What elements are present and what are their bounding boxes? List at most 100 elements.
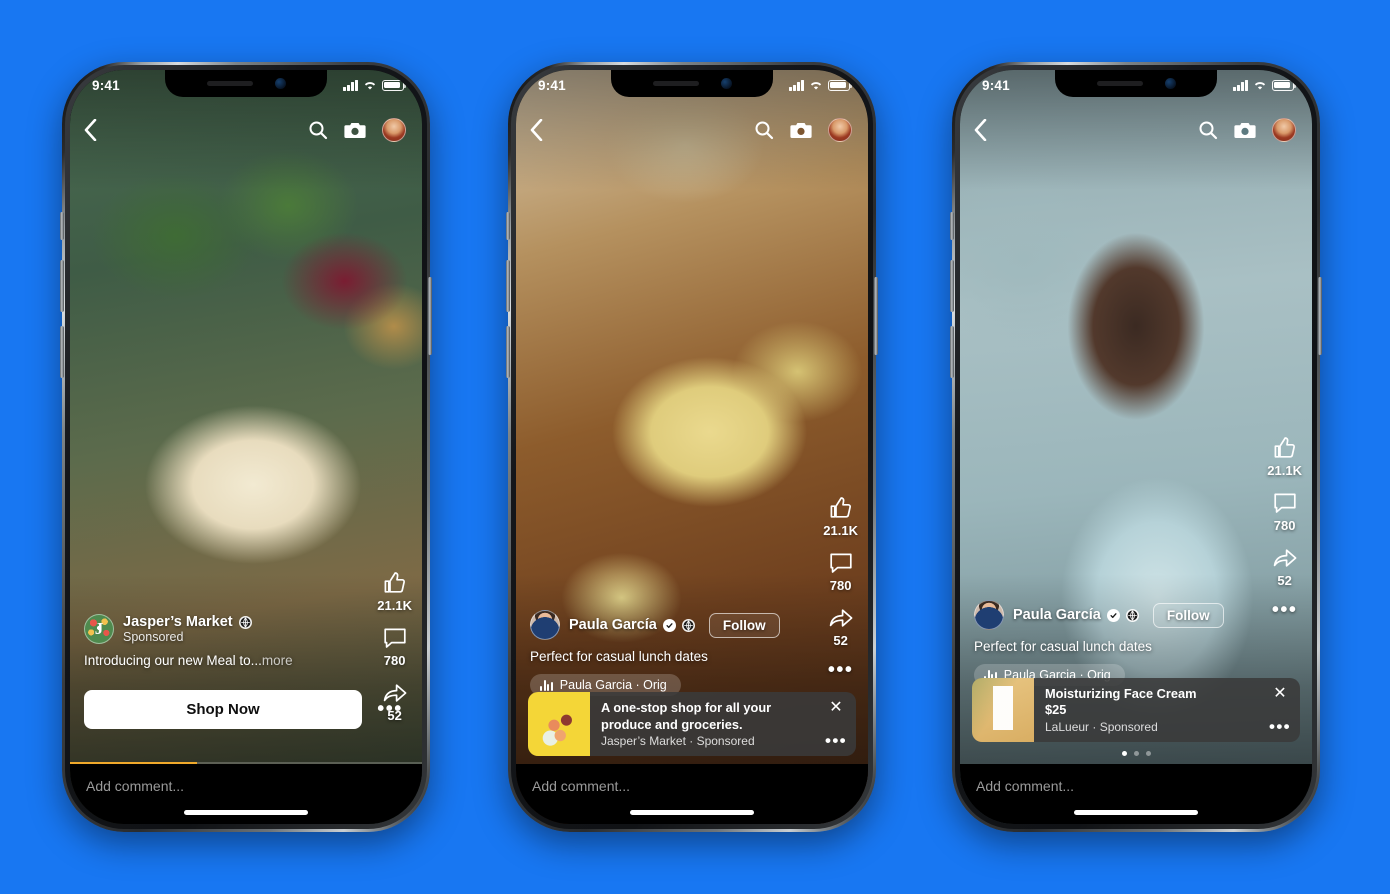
sponsored-card-actions: ✕ ••• (1260, 678, 1300, 742)
volume-up-button[interactable] (60, 260, 64, 312)
comment-button[interactable]: 780 (382, 625, 408, 668)
more-options-icon[interactable]: ••• (825, 732, 847, 749)
more-options-icon[interactable]: ••• (1272, 600, 1298, 620)
phone-screen-3: 9:41 21.1K 780 52 ••• Paula García Follo… (960, 70, 1312, 824)
phone-frame-inner: 9:41 (70, 70, 422, 824)
volume-down-button[interactable] (60, 326, 64, 378)
mute-switch-button[interactable] (506, 212, 510, 240)
reel-overlay-1: Jasper’s Market Sponsored Introducing ou… (70, 614, 366, 668)
volume-up-button[interactable] (506, 260, 510, 312)
carousel-dot[interactable] (1145, 751, 1151, 756)
comment-button[interactable]: 780 (828, 550, 854, 593)
volume-up-button[interactable] (950, 260, 954, 312)
home-indicator[interactable] (184, 810, 308, 815)
sponsored-card-meta: LaLueur · Sponsored (1045, 720, 1158, 734)
jaspers-market-logo[interactable] (84, 614, 114, 644)
shop-now-button[interactable]: Shop Now (84, 690, 362, 729)
search-icon[interactable] (308, 120, 328, 140)
paula-garcia-avatar[interactable] (530, 610, 560, 640)
back-chevron-icon[interactable] (530, 119, 543, 141)
home-indicator[interactable] (630, 810, 754, 815)
reel-overlay-3: Paula García Follow Perfect for casual l… (960, 600, 1256, 686)
search-icon[interactable] (754, 120, 774, 140)
more-options-icon[interactable]: ••• (1269, 718, 1291, 735)
account-subtitle: Sponsored (123, 630, 184, 644)
wifi-icon (363, 80, 377, 91)
face-cream-thumbnail[interactable] (972, 678, 1034, 742)
comment-button[interactable]: 780 (1272, 490, 1298, 533)
cellular-bars-icon (789, 79, 804, 91)
comment-composer-bar[interactable]: Add comment... (70, 764, 422, 824)
comment-composer-bar[interactable]: Add comment... (516, 764, 868, 824)
back-chevron-icon[interactable] (974, 119, 987, 141)
power-button[interactable] (874, 277, 878, 355)
phone-screen-1: 9:41 21.1K 780 52 J Jasper’s Market Spon… (70, 70, 422, 824)
earpiece-grille-icon (652, 81, 699, 86)
comment-composer-bar[interactable]: Add comment... (960, 764, 1312, 824)
cellular-bars-icon (1233, 79, 1248, 91)
account-row[interactable]: Jasper’s Market Sponsored (84, 614, 352, 644)
cta-row: Shop Now ••• (70, 690, 422, 729)
battery-icon (382, 79, 407, 91)
share-button[interactable]: 52 (382, 680, 408, 723)
engagement-rail: 21.1K 780 52 (377, 570, 412, 723)
search-icon[interactable] (1198, 120, 1218, 140)
volume-down-button[interactable] (506, 326, 510, 378)
nav-actions (1198, 118, 1296, 142)
sponsored-card[interactable]: A one-stop shop for all your produce and… (528, 692, 856, 756)
paula-garcia-avatar[interactable] (974, 600, 1004, 630)
mute-switch-button[interactable] (60, 212, 64, 240)
profile-avatar-icon[interactable] (1272, 118, 1296, 142)
like-button[interactable]: 21.1K (1267, 435, 1302, 478)
like-button[interactable]: 21.1K (823, 495, 858, 538)
account-row[interactable]: Paula García Follow (530, 610, 798, 640)
sponsored-card-title: A one-stop shop for all your produce and… (601, 700, 772, 732)
add-comment-input[interactable]: Add comment... (532, 778, 630, 794)
sponsored-card[interactable]: Moisturizing Face Cream $25 LaLueur · Sp… (972, 678, 1300, 742)
carousel-dot[interactable] (1121, 751, 1127, 756)
reel-caption[interactable]: Perfect for casual lunch dates (530, 649, 798, 664)
home-indicator[interactable] (1074, 810, 1198, 815)
produce-bag-thumbnail[interactable] (528, 692, 590, 756)
share-button[interactable]: 52 (1272, 545, 1298, 588)
account-row[interactable]: Paula García Follow (974, 600, 1242, 630)
mute-switch-button[interactable] (950, 212, 954, 240)
comment-count: 780 (829, 578, 852, 593)
front-camera-icon (1164, 78, 1176, 89)
back-chevron-icon[interactable] (84, 119, 97, 141)
engagement-rail: 21.1K 780 52 ••• (823, 495, 858, 680)
status-time: 9:41 (538, 77, 566, 93)
share-button[interactable]: 52 (828, 605, 854, 648)
like-button[interactable]: 21.1K (377, 570, 412, 613)
nav-actions (754, 118, 852, 142)
add-comment-input[interactable]: Add comment... (976, 778, 1074, 794)
reel-caption[interactable]: Perfect for casual lunch dates (974, 639, 1242, 654)
follow-button[interactable]: Follow (1152, 602, 1224, 628)
more-options-icon[interactable]: ••• (828, 660, 854, 680)
camera-icon[interactable] (790, 121, 812, 140)
status-time: 9:41 (982, 77, 1010, 93)
close-icon[interactable]: ✕ (829, 700, 842, 716)
volume-down-button[interactable] (950, 326, 954, 378)
globe-icon (681, 618, 695, 632)
account-name: Paula García (569, 617, 657, 633)
phone-frame-inner: 9:41 (960, 70, 1312, 824)
caption-more-link[interactable]: more (262, 653, 293, 668)
device-notch (611, 70, 773, 97)
power-button[interactable] (1318, 277, 1322, 355)
profile-avatar-icon[interactable] (828, 118, 852, 142)
account-name: Paula García (1013, 607, 1101, 623)
camera-icon[interactable] (344, 121, 366, 140)
power-button[interactable] (428, 277, 432, 355)
profile-avatar-icon[interactable] (382, 118, 406, 142)
carousel-dot[interactable] (1133, 751, 1139, 756)
status-indicators (343, 79, 407, 91)
follow-button[interactable]: Follow (708, 612, 780, 638)
front-camera-icon (274, 78, 286, 89)
wifi-icon (1253, 80, 1267, 91)
camera-icon[interactable] (1234, 121, 1256, 140)
reel-caption[interactable]: Introducing our new Meal to...more (84, 653, 352, 668)
reel-nav-bar (960, 108, 1312, 152)
add-comment-input[interactable]: Add comment... (86, 778, 184, 794)
close-icon[interactable]: ✕ (1273, 686, 1286, 702)
